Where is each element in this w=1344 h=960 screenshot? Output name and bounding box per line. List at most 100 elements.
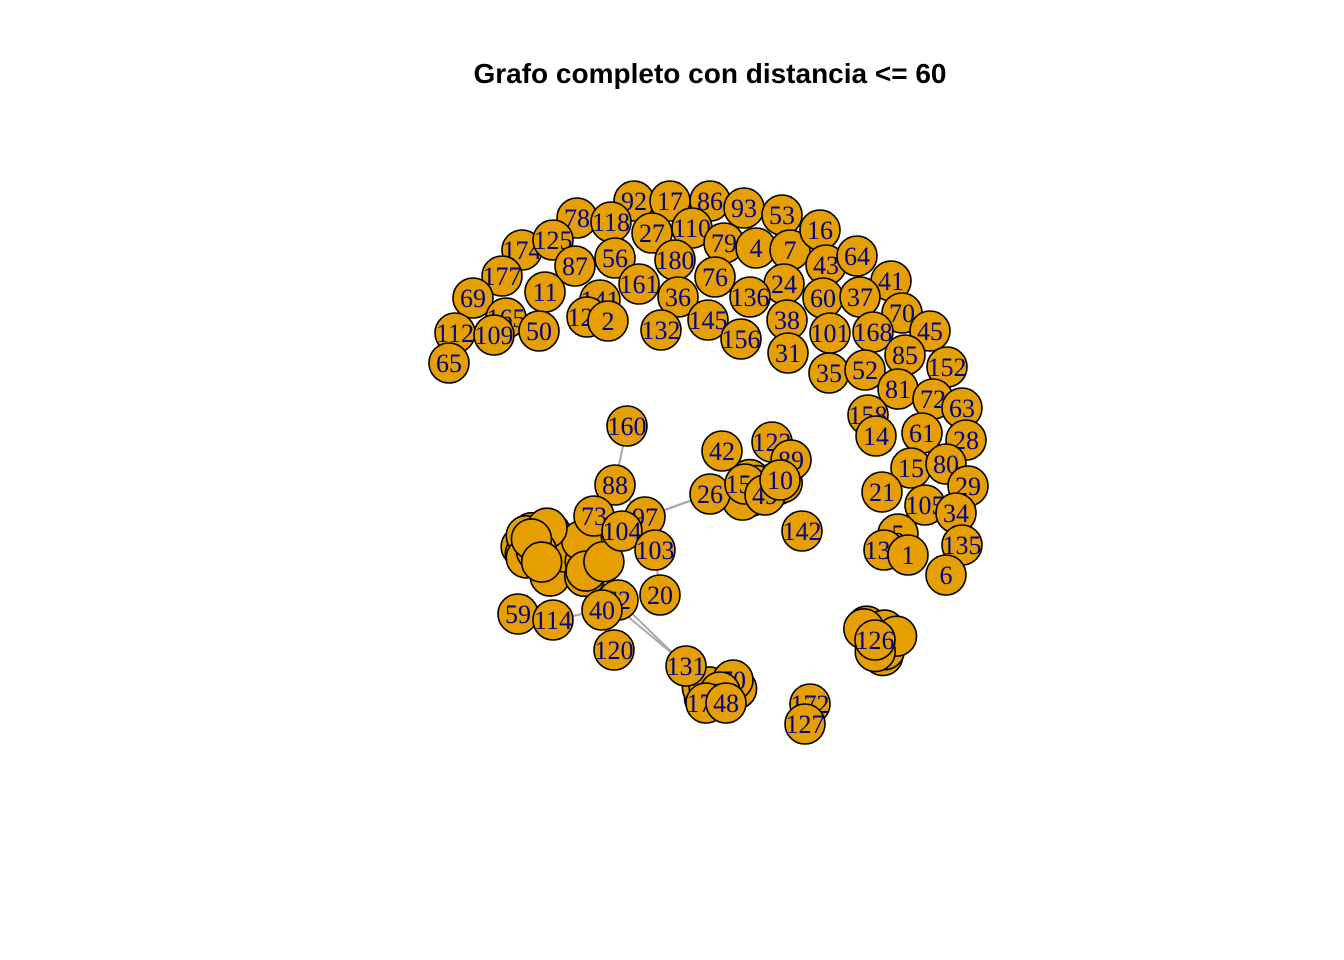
node-label: 21 — [869, 478, 895, 507]
node-label: 7 — [784, 236, 797, 265]
node-label: 118 — [592, 208, 630, 237]
node-label: 126 — [856, 626, 895, 655]
graph-node-180: 180 — [654, 239, 696, 281]
node-label: 52 — [852, 356, 878, 385]
node-label: 10 — [767, 466, 793, 495]
node-label: 24 — [771, 270, 797, 299]
nodes-layer: 92 17 86 93 5378 118 27 11079 4 71617412587 56 180 4… — [428, 180, 989, 745]
node-label: 17 — [657, 187, 683, 216]
node-label: 152 — [928, 353, 967, 382]
node-label: 34 — [943, 499, 969, 528]
node-label: 93 — [731, 194, 757, 223]
node-label: 59 — [505, 600, 531, 629]
node-label: 101 — [811, 319, 850, 348]
graph-node-42: 42 — [701, 430, 743, 472]
node-label: 109 — [475, 321, 514, 350]
node-label: 161 — [620, 270, 659, 299]
node-label: 16 — [807, 216, 833, 245]
graph-node-6: 6 — [925, 554, 967, 596]
node-label: 37 — [847, 283, 873, 312]
node-label: 53 — [769, 201, 795, 230]
graph-node-93: 93 — [723, 187, 765, 229]
node-label: 64 — [844, 242, 870, 271]
node-label: 40 — [589, 596, 615, 625]
graph-node-103: 103 — [634, 529, 676, 571]
node-label: 41 — [878, 267, 904, 296]
node-label: 27 — [639, 219, 665, 248]
node-label: 69 — [460, 284, 486, 313]
graph-node-132: 132 — [640, 309, 682, 351]
node-label: 132 — [642, 316, 681, 345]
node-label: 43 — [813, 251, 839, 280]
graph-node-10: 10 — [759, 459, 801, 501]
node-label: 6 — [940, 561, 953, 590]
node-label: 168 — [854, 318, 893, 347]
graph-node-26: 26 — [689, 473, 731, 515]
node-label: 142 — [783, 517, 822, 546]
graph-node-31: 31 — [767, 332, 809, 374]
node-label: 14 — [863, 422, 889, 451]
node-label: 50 — [526, 317, 552, 346]
node-label: 31 — [775, 339, 801, 368]
graph-node-50: 50 — [518, 310, 560, 352]
graph-node-60: 60 — [802, 277, 844, 319]
node-label: 11 — [532, 278, 557, 307]
node-label: 15 — [898, 454, 924, 483]
graph-node-48: 48 — [705, 682, 747, 724]
node-label: 63 — [949, 394, 975, 423]
graph-node-2: 2 — [587, 300, 629, 342]
graph-node-109: 109 — [473, 314, 515, 356]
graph-node-21: 21 — [861, 471, 903, 513]
cluster-node — [520, 541, 563, 583]
graph-node-114: 114 — [532, 599, 574, 641]
node-label: 65 — [436, 349, 462, 378]
node-label: 136 — [731, 283, 770, 312]
node-label: 26 — [697, 480, 723, 509]
graph-node-126: 126 — [854, 619, 896, 661]
node-label: 2 — [602, 307, 615, 336]
graph-node-37: 37 — [839, 276, 881, 318]
node-label: 4 — [750, 234, 763, 263]
graph-node-101: 101 — [809, 312, 851, 354]
node-label: 61 — [909, 419, 935, 448]
node-label: 120 — [595, 636, 634, 665]
graph-node-160: 160 — [606, 405, 648, 447]
node-label: 48 — [713, 689, 739, 718]
graph-node-120: 120 — [593, 629, 635, 671]
node-label: 88 — [602, 471, 628, 500]
node-label: 56 — [602, 244, 628, 273]
node-label: 20 — [647, 581, 673, 610]
graph-node-11: 11 — [524, 271, 566, 313]
graph-node-20: 20 — [639, 574, 681, 616]
node-label: 103 — [636, 536, 675, 565]
graph-node-53: 53 — [761, 194, 803, 236]
node-label: 87 — [562, 252, 588, 281]
graph-node-136: 136 — [729, 276, 771, 318]
graph-node-76: 76 — [694, 256, 736, 298]
node-label: 42 — [709, 437, 735, 466]
network-graph: 92 17 86 93 5378 118 27 11079 4 71617412587 56 180 4… — [428, 180, 989, 745]
node-label: 1 — [902, 541, 915, 570]
graph-node-127: 127 — [784, 703, 826, 745]
node-label: 156 — [722, 325, 761, 354]
node-label: 114 — [534, 606, 572, 635]
node-label: 38 — [774, 306, 800, 335]
graph-node-16: 16 — [799, 209, 841, 251]
node-label: 127 — [786, 710, 825, 739]
graph-node-1: 1 — [887, 534, 929, 576]
graph-node-118: 118 — [590, 201, 632, 243]
graph-node-14: 14 — [855, 415, 897, 457]
node-label: 35 — [816, 359, 842, 388]
node-label: 36 — [665, 283, 691, 312]
node-label: 180 — [656, 246, 695, 275]
node-label: 85 — [892, 341, 918, 370]
graph-node-59: 59 — [497, 593, 539, 635]
graph-node-65: 65 — [428, 342, 470, 384]
node-label: 76 — [702, 263, 728, 292]
graph-node-64: 64 — [836, 235, 878, 277]
node-label: 81 — [885, 375, 911, 404]
node-circle — [520, 541, 563, 583]
graph-node-85: 85 — [884, 334, 926, 376]
node-label: 131 — [667, 652, 706, 681]
graph-node-156: 156 — [720, 318, 762, 360]
